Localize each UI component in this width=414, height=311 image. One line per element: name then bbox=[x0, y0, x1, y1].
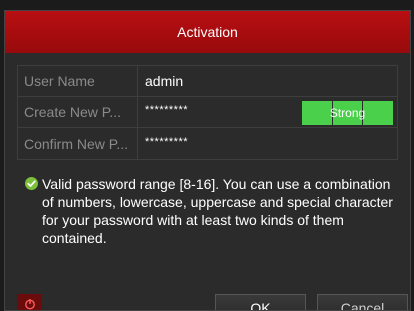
confirm-password-row: Confirm New P... ********* bbox=[18, 128, 397, 159]
username-label: User Name bbox=[18, 66, 138, 96]
password-hint-text: Valid password range [8-16]. You can use… bbox=[42, 176, 393, 246]
dialog-title: Activation bbox=[177, 24, 238, 40]
confirm-password-field[interactable]: ********* bbox=[138, 128, 397, 159]
dialog-footer: OK Cancel bbox=[5, 294, 410, 310]
username-field[interactable]: admin bbox=[138, 66, 397, 96]
check-circle-icon bbox=[25, 177, 38, 190]
activation-form: User Name admin Create New P... ********… bbox=[17, 65, 398, 160]
dialog-title-bar: Activation bbox=[5, 11, 410, 53]
new-password-row: Create New P... ********* Strong bbox=[18, 97, 397, 128]
ok-button[interactable]: OK bbox=[215, 294, 306, 310]
password-strength-label: Strong bbox=[329, 106, 366, 120]
activation-dialog: Activation User Name admin Create New P.… bbox=[4, 10, 411, 311]
username-row: User Name admin bbox=[18, 66, 397, 97]
new-password-value: ********* bbox=[145, 104, 189, 116]
cancel-button[interactable]: Cancel bbox=[317, 294, 408, 310]
new-password-label: Create New P... bbox=[18, 97, 138, 127]
confirm-password-label: Confirm New P... bbox=[18, 128, 138, 159]
password-hint: Valid password range [8-16]. You can use… bbox=[25, 175, 400, 247]
new-password-field[interactable]: ********* Strong bbox=[138, 97, 397, 127]
power-icon bbox=[24, 294, 36, 310]
password-strength-indicator: Strong bbox=[302, 101, 393, 125]
power-button[interactable] bbox=[17, 294, 42, 310]
